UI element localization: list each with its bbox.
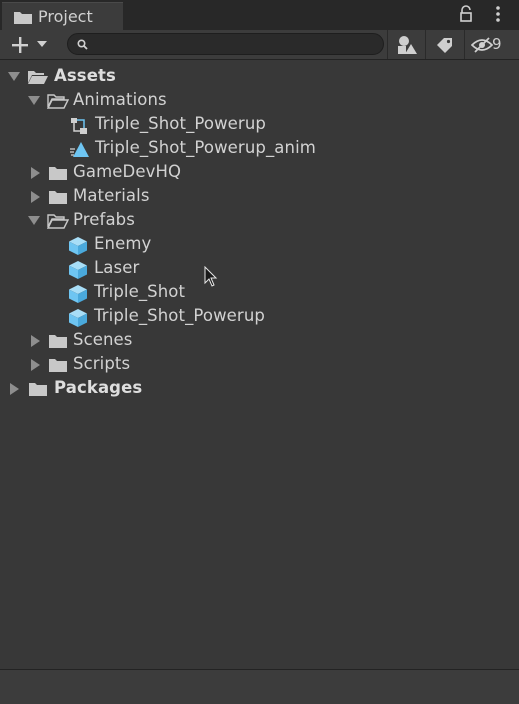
expanded-arrow-icon[interactable] — [28, 96, 40, 106]
search-by-type-button[interactable] — [387, 30, 425, 59]
tree-item-animations[interactable]: Animations — [0, 89, 519, 113]
folder-open-icon — [47, 94, 69, 109]
folder-icon — [29, 383, 47, 396]
tree-item-label: Triple_Shot_Powerup — [94, 306, 265, 325]
folder-icon — [49, 359, 67, 372]
tree-item-label: Triple_Shot_Powerup — [95, 114, 266, 133]
collapsed-arrow-icon[interactable] — [10, 383, 19, 395]
collapsed-arrow-icon[interactable] — [31, 191, 40, 203]
search-icon — [77, 39, 88, 50]
lock-icon[interactable] — [458, 5, 474, 23]
tree-item-gamedevhq[interactable]: GameDevHQ — [0, 161, 519, 185]
animation-clip-icon — [70, 142, 89, 157]
tree-item-prefabs[interactable]: Prefabs — [0, 209, 519, 233]
prefab-icon — [69, 285, 87, 303]
folder-open-icon — [47, 214, 69, 229]
tree-item-laser[interactable]: Laser — [0, 257, 519, 281]
mouse-cursor-icon — [204, 266, 218, 287]
shapes-icon — [398, 36, 417, 54]
folder-icon — [49, 335, 67, 348]
plus-icon — [12, 37, 28, 53]
project-window: Project 9 Assets Animations Triple_Shot_… — [0, 0, 519, 704]
tree-item-label: Triple_Shot_Powerup_anim — [95, 138, 316, 157]
tab-title: Project — [38, 7, 93, 26]
expanded-arrow-icon[interactable] — [8, 72, 20, 82]
folder-icon — [49, 191, 67, 204]
tree-item-animation-clip[interactable]: Triple_Shot_Powerup_anim — [0, 137, 519, 161]
tree-item-triple-shot[interactable]: Triple_Shot — [0, 281, 519, 305]
create-button[interactable] — [6, 33, 52, 57]
search-input[interactable] — [94, 35, 378, 55]
toggle-hidden-packages-button[interactable]: 9 — [464, 30, 519, 59]
collapsed-arrow-icon[interactable] — [31, 359, 40, 371]
tree-item-label: GameDevHQ — [73, 162, 182, 181]
more-options-icon[interactable] — [493, 5, 503, 23]
tree-item-label: Prefabs — [73, 210, 135, 229]
eye-slash-icon — [471, 37, 493, 53]
folder-open-icon — [28, 71, 48, 84]
tree-item-label: Assets — [54, 66, 116, 85]
tree-item-scripts[interactable]: Scripts — [0, 353, 519, 377]
animator-controller-icon — [71, 118, 87, 134]
tree-item-label: Scripts — [73, 354, 131, 373]
search-by-label-button[interactable] — [425, 30, 463, 59]
collapsed-arrow-icon[interactable] — [31, 335, 40, 347]
search-field[interactable] — [67, 33, 384, 55]
prefab-icon — [69, 237, 87, 255]
tree-item-label: Materials — [73, 186, 150, 205]
tree-item-label: Enemy — [94, 234, 152, 253]
tree-item-assets[interactable]: Assets — [0, 65, 519, 89]
tab-project[interactable]: Project — [2, 2, 123, 30]
status-bar — [0, 669, 519, 704]
expanded-arrow-icon[interactable] — [28, 216, 40, 226]
tree-item-animator-controller[interactable]: Triple_Shot_Powerup — [0, 113, 519, 137]
tab-bar: Project — [0, 0, 519, 30]
tag-icon — [437, 38, 452, 53]
tree-item-label: Animations — [73, 90, 167, 109]
prefab-icon — [69, 261, 87, 279]
tree-item-label: Triple_Shot — [94, 282, 186, 301]
prefab-icon — [69, 309, 87, 327]
tree-item-packages[interactable]: Packages — [0, 377, 519, 401]
chevron-down-icon — [37, 41, 47, 47]
collapsed-arrow-icon[interactable] — [31, 167, 40, 179]
hidden-packages-count: 9 — [492, 35, 502, 53]
tree-item-materials[interactable]: Materials — [0, 185, 519, 209]
folder-icon — [14, 12, 32, 24]
tree-item-enemy[interactable]: Enemy — [0, 233, 519, 257]
tree-item-triple-shot-powerup[interactable]: Triple_Shot_Powerup — [0, 305, 519, 329]
tree-item-label: Scenes — [73, 330, 133, 349]
tree-item-label: Laser — [94, 258, 140, 277]
tree-item-label: Packages — [54, 378, 143, 397]
tree-item-scenes[interactable]: Scenes — [0, 329, 519, 353]
folder-icon — [49, 167, 67, 180]
toolbar: 9 — [0, 30, 519, 60]
